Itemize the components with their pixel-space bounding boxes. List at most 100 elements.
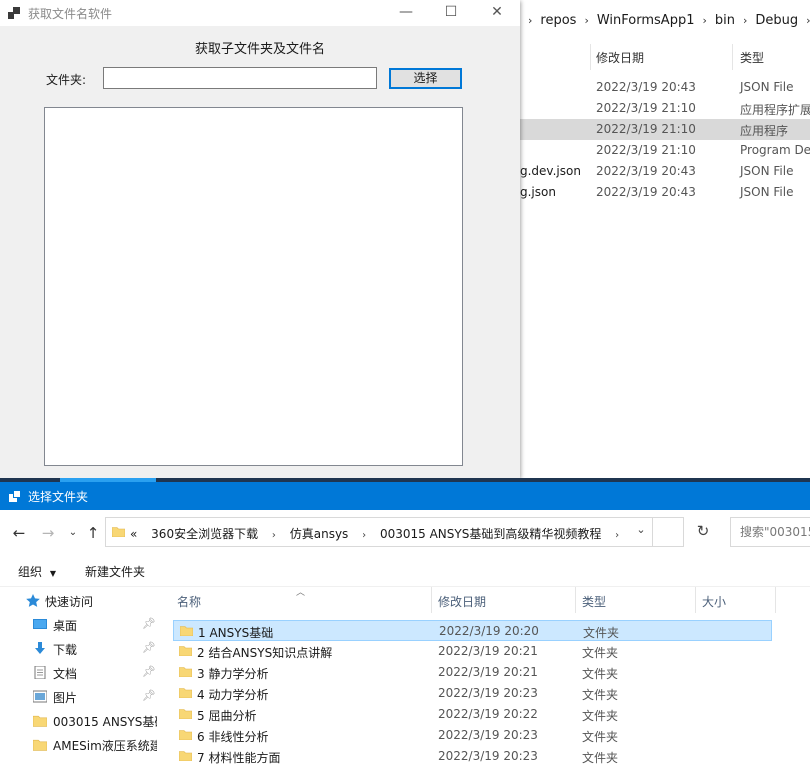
chevron-down-icon[interactable]: ⌄ xyxy=(633,523,649,536)
folder-date: 2022/3/19 20:20 xyxy=(439,624,539,638)
refresh-icon[interactable]: ↻ xyxy=(688,517,718,547)
sort-up-icon: ︿ xyxy=(296,588,306,598)
chevron-right-icon[interactable]: › xyxy=(362,530,366,541)
folder-path-input[interactable] xyxy=(103,67,377,89)
folder-row[interactable]: 4 动力学分析 2022/3/19 20:23 文件夹 xyxy=(173,683,772,704)
folder-date: 2022/3/19 20:22 xyxy=(438,707,538,721)
breadcrumb-item[interactable]: WinFormsApp1 xyxy=(597,13,695,28)
close-button[interactable]: ✕ xyxy=(474,0,520,26)
search-box[interactable] xyxy=(730,517,810,547)
column-divider[interactable] xyxy=(590,44,591,70)
folder-name: 1 ANSYS基础 xyxy=(198,626,274,640)
folder-type: 文件夹 xyxy=(582,709,619,723)
column-divider[interactable] xyxy=(695,587,696,613)
navigation-bar: ← → ⌄ ↑ « 360安全浏览器下载 › 仿真ansys › 003015 … xyxy=(0,510,810,556)
folder-icon xyxy=(32,714,48,727)
pin-icon[interactable]: 📌︎ xyxy=(142,617,156,630)
chevron-right-icon: › xyxy=(528,13,533,27)
nav-pane-item[interactable]: 003015 ANSYS基础 xyxy=(0,709,160,733)
file-type: JSON File xyxy=(740,80,794,94)
forward-arrow-icon[interactable]: → xyxy=(37,523,59,543)
nav-pane-item[interactable]: AMESim液压系统建 xyxy=(0,733,160,757)
form-window: 获取文件名软件 — ☐ ✕ 获取子文件夹及文件名 文件夹: 选择 xyxy=(0,0,520,478)
breadcrumb-item[interactable]: Debug xyxy=(755,13,798,28)
column-header-name[interactable]: 名称 xyxy=(177,593,201,610)
column-header-type[interactable]: 类型 xyxy=(582,593,606,610)
folder-name: 5 屈曲分析 xyxy=(197,709,257,723)
breadcrumb-item[interactable]: repos xyxy=(540,13,576,28)
column-divider[interactable] xyxy=(431,587,432,613)
divider xyxy=(652,518,653,546)
dialog-title: 选择文件夹 xyxy=(28,490,89,504)
folder-icon xyxy=(178,750,193,762)
address-crumb[interactable]: 003015 ANSYS基础到高级精华视频教程 xyxy=(380,527,601,541)
pin-icon[interactable]: 📌︎ xyxy=(142,641,156,654)
maximize-button[interactable]: ☐ xyxy=(428,0,474,26)
background-column-headers: 修改日期 类型 xyxy=(520,44,810,70)
minimize-button[interactable]: — xyxy=(383,0,429,26)
column-divider[interactable] xyxy=(575,587,576,613)
file-date: 2022/3/19 20:43 xyxy=(596,80,696,94)
nav-pane-item[interactable]: 下载 📌︎ xyxy=(0,637,160,661)
search-input[interactable] xyxy=(731,518,810,546)
folder-label: 文件夹: xyxy=(46,73,87,87)
nav-pane-item[interactable]: 快速访问 xyxy=(0,589,160,613)
column-header-type[interactable]: 类型 xyxy=(740,49,764,66)
column-divider[interactable] xyxy=(775,587,776,613)
form-heading: 获取子文件夹及文件名 xyxy=(194,42,325,57)
nav-pane-item[interactable]: 文档 📌︎ xyxy=(0,661,160,685)
chevron-right-icon[interactable]: › xyxy=(615,530,619,541)
result-listbox[interactable] xyxy=(44,107,463,466)
organize-button[interactable]: 组织 ▼ xyxy=(18,563,56,580)
form-titlebar[interactable]: 获取文件名软件 — ☐ ✕ xyxy=(0,0,520,26)
address-crumb[interactable]: 仿真ansys xyxy=(290,527,349,541)
folder-row[interactable]: 6 非线性分析 2022/3/19 20:23 文件夹 xyxy=(173,725,772,746)
nav-pane-item[interactable]: 图片 📌︎ xyxy=(0,685,160,709)
address-crumb[interactable]: 360安全浏览器下载 xyxy=(151,527,258,541)
pin-icon[interactable]: 📌︎ xyxy=(142,689,156,702)
up-arrow-icon[interactable]: ↑ xyxy=(82,523,104,543)
background-file-row[interactable]: 2022/3/19 21:10 Program De xyxy=(520,140,810,161)
new-folder-button[interactable]: 新建文件夹 xyxy=(85,563,145,580)
pictures-icon xyxy=(32,690,48,703)
overflow-chevron-icon[interactable]: « xyxy=(130,527,137,541)
form-title: 获取文件名软件 xyxy=(28,7,113,21)
file-list: ︿ 名称 修改日期 类型 大小 1 ANSYS基础 2022/3/19 20:20… xyxy=(160,587,810,767)
background-file-row[interactable]: 2022/3/19 21:10 应用程序扩展 xyxy=(520,98,810,119)
folder-icon xyxy=(111,526,126,540)
dialog-titlebar[interactable]: 选择文件夹 xyxy=(0,482,810,510)
folder-row[interactable]: 5 屈曲分析 2022/3/19 20:22 文件夹 xyxy=(173,704,772,725)
file-date: 2022/3/19 21:10 xyxy=(596,143,696,157)
file-name: g.dev.json xyxy=(520,164,581,178)
back-arrow-icon[interactable]: ← xyxy=(8,523,30,543)
folder-icon xyxy=(178,729,193,741)
file-type: 应用程序 xyxy=(740,124,789,138)
nav-pane-label: 快速访问 xyxy=(45,595,94,609)
folder-row[interactable]: 2 结合ANSYS知识点讲解 2022/3/19 20:21 文件夹 xyxy=(173,641,772,662)
chevron-right-icon[interactable]: › xyxy=(272,530,276,541)
folder-type: 文件夹 xyxy=(582,646,619,660)
background-file-row[interactable]: g.json 2022/3/19 20:43 JSON File xyxy=(520,182,810,203)
folder-icon xyxy=(178,687,193,699)
folder-row[interactable]: 3 静力学分析 2022/3/19 20:21 文件夹 xyxy=(173,662,772,683)
pin-icon[interactable]: 📌︎ xyxy=(142,665,156,678)
breadcrumb-item[interactable]: bin xyxy=(715,13,735,28)
folder-name: 7 材料性能方面 xyxy=(197,751,281,765)
column-header-date[interactable]: 修改日期 xyxy=(438,593,486,610)
background-file-row[interactable]: g.dev.json 2022/3/19 20:43 JSON File xyxy=(520,161,810,182)
navigation-pane: 快速访问桌面 📌︎ 下载 📌︎ 文档 📌︎ 图片 📌︎ 003015 ANSYS基础 AMESim… xyxy=(0,587,160,767)
address-bar[interactable]: « 360安全浏览器下载 › 仿真ansys › 003015 ANSYS基础到… xyxy=(105,517,684,547)
background-breadcrumb: › repos › WinFormsApp1 › bin › Debug › xyxy=(520,0,810,40)
folder-row[interactable]: 1 ANSYS基础 2022/3/19 20:20 文件夹 xyxy=(173,620,772,641)
column-header-date[interactable]: 修改日期 xyxy=(596,49,644,66)
nav-pane-label: 003015 ANSYS基础 xyxy=(53,715,157,729)
nav-pane-item[interactable]: 桌面 📌︎ xyxy=(0,613,160,637)
folder-row[interactable]: 7 材料性能方面 2022/3/19 20:23 文件夹 xyxy=(173,746,772,767)
column-header-size[interactable]: 大小 xyxy=(702,593,726,610)
choose-button[interactable]: 选择 xyxy=(389,68,462,89)
background-file-row[interactable]: 2022/3/19 20:43 JSON File xyxy=(520,77,810,98)
folder-icon xyxy=(178,708,193,720)
background-file-row[interactable]: 2022/3/19 21:10 应用程序 xyxy=(520,119,810,140)
column-divider[interactable] xyxy=(732,44,733,70)
recent-locations-icon[interactable]: ⌄ xyxy=(62,523,84,543)
